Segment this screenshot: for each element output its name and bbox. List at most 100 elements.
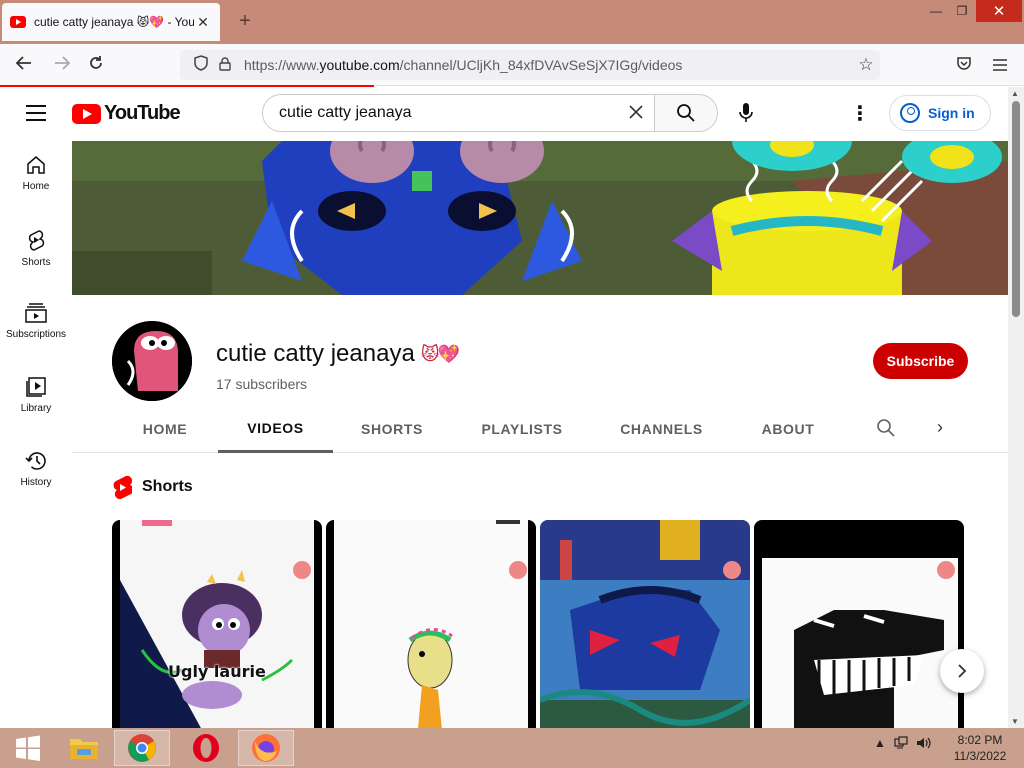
browser-tab[interactable]: cutie catty jeanaya 😾💖 - YouTube ✕ [2,3,220,41]
pocket-icon [957,57,971,70]
short-thumbnail-2[interactable] [326,520,536,728]
youtube-logo[interactable]: YouTube [72,102,181,125]
new-tab-button[interactable]: + [234,10,256,33]
taskbar-opera[interactable] [178,730,234,766]
sign-in-label: Sign in [928,105,975,121]
scroll-down-arrow-icon[interactable]: ▼ [1011,717,1019,726]
forward-button[interactable] [50,54,74,76]
channel-name-emoji: 😾💖 [420,343,460,364]
pocket-button[interactable] [952,54,976,76]
bookmark-star-icon[interactable]: ☆ [852,55,880,75]
short-thumbnail-image [326,520,536,728]
tab-channels[interactable]: CHANNELS [614,405,709,453]
tracking-protection-shield-icon[interactable] [188,55,214,75]
microphone-icon [739,103,753,122]
guide-item-label: Subscriptions [5,329,67,340]
app-menu-button[interactable] [988,54,1012,76]
windows-taskbar: ▲ 8:02 PM 11/3/2022 [0,728,1024,768]
avatar-artwork [112,321,192,401]
guide-item-label: History [20,477,52,488]
home-icon [27,156,45,174]
tab-playlists[interactable]: PLAYLISTS [472,405,572,453]
tab-home[interactable]: HOME [130,405,200,453]
url-domain: youtube.com [319,57,400,73]
guide-item-history[interactable]: History [0,437,72,507]
tray-overflow-icon[interactable]: ▲ [874,736,886,753]
window-maximize-button[interactable]: ❐ [946,0,978,22]
guide-item-library[interactable]: Library [0,363,72,433]
browser-tab-strip: cutie catty jeanaya 😾💖 - YouTube ✕ + — ❐… [0,0,1024,44]
guide-item-label: Home [22,181,50,192]
taskbar-clock[interactable]: 8:02 PM 11/3/2022 [942,732,1018,764]
taskbar-firefox[interactable] [238,730,294,766]
address-bar[interactable]: https://www.youtube.com/channel/UCljKh_8… [180,50,880,80]
subscriber-count: 17 subscribers [216,376,308,392]
url-text[interactable]: https://www.youtube.com/channel/UCljKh_8… [244,57,852,73]
youtube-favicon-icon [10,16,26,28]
shorts-section-title: Shorts [142,478,193,495]
voice-search-button[interactable] [730,97,762,129]
channel-name-text: cutie catty jeanaya [216,340,415,367]
start-icon [16,735,40,761]
guide-item-shorts[interactable]: Shorts [0,215,72,285]
clear-search-icon[interactable] [618,100,654,126]
youtube-play-logo-icon [72,103,101,124]
tab-close-button[interactable]: ✕ [194,14,212,31]
guide-menu-icon[interactable] [26,105,46,121]
shorts-logo-icon [113,475,132,499]
mini-guide: Home Shorts Subscriptions Library Histor… [0,141,72,728]
search-button[interactable] [654,94,718,132]
lock-icon[interactable] [214,56,236,74]
window-close-button[interactable]: ✕ [976,0,1022,22]
tabs-scroll-right-icon[interactable]: › [930,417,950,441]
back-button[interactable] [12,54,36,76]
guide-item-home[interactable]: Home [0,141,72,211]
clock-date: 11/3/2022 [953,749,1007,763]
taskbar-file-explorer[interactable] [56,730,112,766]
channel-banner-image [72,141,1008,295]
taskbar-chrome[interactable] [114,730,170,766]
sign-in-button[interactable]: Sign in [889,95,991,131]
channel-tabs: HOME VIDEOS SHORTS PLAYLISTS CHANNELS AB… [72,405,1008,453]
reload-icon [90,56,102,69]
scrollbar-thumb[interactable] [1012,101,1020,317]
banner-artwork [72,141,1008,295]
scroll-up-arrow-icon[interactable]: ▲ [1011,89,1019,98]
channel-avatar[interactable] [112,321,192,401]
browser-toolbar: https://www.youtube.com/channel/UCljKh_8… [0,44,1024,86]
shorts-section-header: Shorts [112,475,193,499]
clock-time: 8:02 PM [957,733,1003,747]
tab-videos[interactable]: VIDEOS [218,405,333,453]
page-scrollbar[interactable]: ▲ ▼ [1008,87,1024,728]
subscriptions-icon [25,303,47,323]
shorts-icon [28,230,45,251]
reload-button[interactable] [84,54,108,76]
guide-item-label: Shorts [21,257,51,268]
short-thumbnail-3[interactable] [540,520,750,728]
short-thumbnail-1[interactable]: Ugly laurie [112,520,322,728]
tab-shorts[interactable]: SHORTS [352,405,432,453]
short-thumbnail-image [540,520,750,728]
guide-item-subscriptions[interactable]: Subscriptions [0,289,72,359]
settings-more-icon[interactable]: ⋮ [850,101,870,125]
opera-icon [193,734,219,762]
youtube-page: YouTube cutie catty jeanaya ⋮ Sign in Ho… [0,87,1008,728]
channel-search-icon[interactable] [876,418,898,440]
firefox-icon [252,734,280,762]
volume-icon[interactable] [916,736,932,753]
chevron-right-icon [958,664,967,678]
channel-name: cutie catty jeanaya 😾💖 [216,340,460,368]
short-thumbnail-image [112,520,322,728]
back-arrow-icon [15,56,31,70]
subscribe-button[interactable]: Subscribe [873,343,968,379]
shorts-next-button[interactable] [940,649,984,693]
account-circle-icon [900,103,920,123]
short-thumbnail-4[interactable] [754,520,964,728]
url-prefix: https://www. [244,57,320,73]
start-button[interactable] [0,730,56,766]
search-input[interactable]: cutie catty jeanaya [262,94,655,132]
short-thumbnail-image [754,520,964,728]
network-icon[interactable] [894,736,908,753]
hamburger-menu-icon [993,59,1007,71]
tab-about[interactable]: ABOUT [756,405,820,453]
